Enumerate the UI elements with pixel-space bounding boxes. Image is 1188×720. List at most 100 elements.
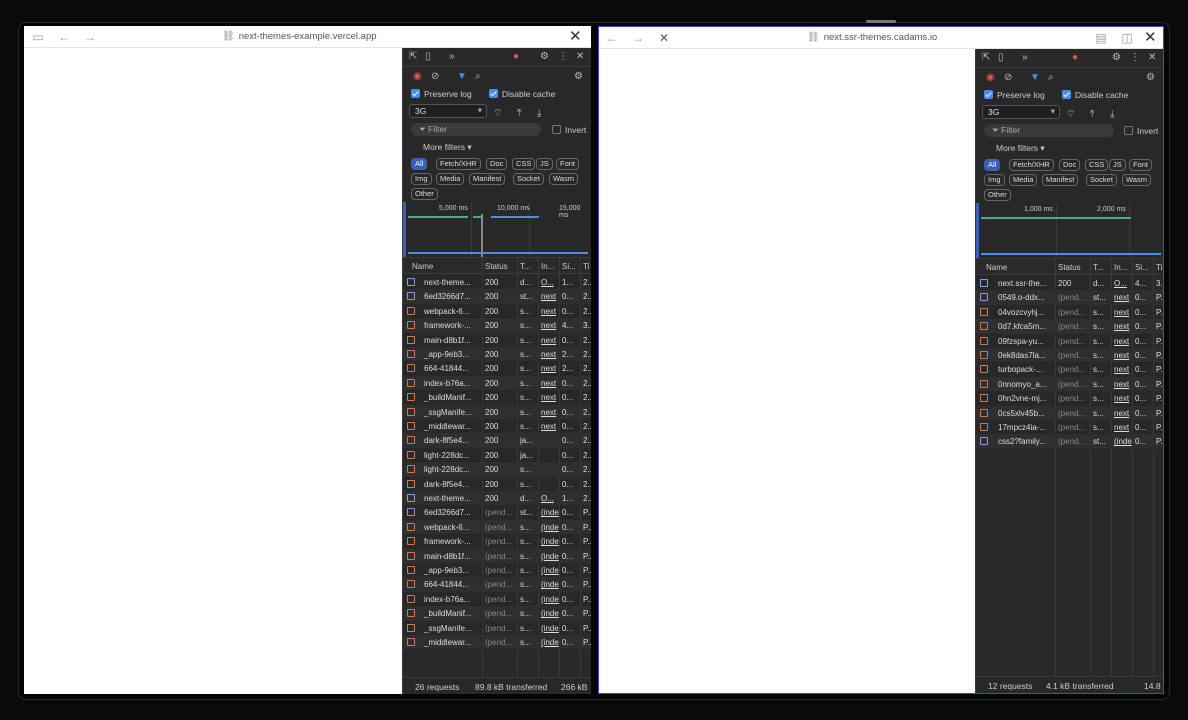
settings-gear-icon[interactable]: ⚙ (540, 51, 549, 63)
table-row[interactable]: webpack-6...(pend...s...(inde0...P... (403, 519, 591, 535)
forward-icon[interactable]: → (82, 29, 98, 45)
table-row[interactable]: light-228dc...200ja...0...2... (403, 448, 591, 462)
table-row[interactable]: index-b76a...200s...next0...2... (403, 375, 591, 391)
chip-socket[interactable]: Socket (513, 173, 544, 185)
more-panels-icon[interactable]: » (449, 51, 455, 63)
table-row[interactable]: next.ssr-the...200d...O...4...3... (976, 276, 1163, 290)
invert-checkbox[interactable]: Invert (552, 125, 586, 135)
more-panels-icon[interactable]: » (1022, 52, 1028, 64)
settings-gear-icon[interactable]: ⚙ (1112, 52, 1121, 64)
column-header[interactable]: Ti (1156, 263, 1162, 272)
disable-cache-checkbox[interactable]: Disable cache (489, 89, 555, 99)
table-row[interactable]: 0ek8das7la...(pend...s...next0...P... (976, 348, 1163, 363)
import-har-icon[interactable]: ⤒ (517, 108, 521, 120)
table-row[interactable]: framework-...(pend...s...(inde0...P... (403, 534, 591, 548)
clear-icon[interactable]: ⊘ (431, 71, 439, 83)
chip-font[interactable]: Font (556, 158, 580, 170)
chip-doc[interactable]: Doc (486, 158, 508, 170)
record-icon[interactable]: ◉ (413, 71, 422, 83)
back-icon[interactable]: ← (604, 30, 620, 46)
table-row[interactable]: main-d8b1f...200s...next0...2... (403, 333, 591, 347)
chip-manifest[interactable]: Manifest (469, 173, 506, 185)
table-row[interactable]: _ssgManife...(pend...s...(inde0...P... (403, 621, 591, 635)
kebab-menu-icon[interactable]: ⋮ (1130, 52, 1140, 64)
table-row[interactable]: _ssgManife...200s...next0...2... (403, 404, 591, 419)
table-row[interactable]: 0cs5xlv45b...(pend...s...next0...P... (976, 405, 1163, 420)
column-header[interactable]: Ti (583, 262, 589, 271)
network-conditions-icon[interactable]: ⌔ (493, 108, 502, 120)
table-row[interactable]: webpack-6...200s...next0...2... (403, 304, 591, 318)
inspect-icon[interactable]: ⇱ (409, 51, 417, 63)
table-row[interactable]: 664-41844...200s...next2...2... (403, 361, 591, 375)
chip-css[interactable]: CSS (512, 158, 536, 170)
close-devtools-icon[interactable]: ✕ (1148, 52, 1156, 64)
chip-doc[interactable]: Doc (1059, 159, 1081, 171)
search-icon[interactable]: ⌕ (1048, 72, 1054, 84)
error-count-icon[interactable]: ● (513, 51, 519, 63)
chip-media[interactable]: Media (436, 173, 465, 185)
back-icon[interactable]: ← (56, 29, 72, 45)
table-row[interactable]: 17mpcz4ia-...(pend...s...next0...P... (976, 420, 1163, 434)
table-row[interactable]: framework-...200s...next4...3... (403, 318, 591, 333)
column-header[interactable]: Si... (562, 262, 576, 271)
chip-wasm[interactable]: Wasm (1122, 174, 1151, 186)
more-filters-toggle[interactable]: More filters ▾ (996, 143, 1045, 154)
split-handle[interactable] (866, 20, 896, 23)
column-header[interactable]: Name (412, 262, 433, 271)
chip-all[interactable]: All (411, 158, 428, 170)
network-settings-icon[interactable]: ⚙ (574, 71, 583, 83)
chip-fetchxhr[interactable]: Fetch/XHR (1009, 159, 1054, 171)
chip-media[interactable]: Media (1009, 174, 1038, 186)
preserve-log-checkbox[interactable]: Preserve log (984, 90, 1045, 100)
chip-socket[interactable]: Socket (1086, 174, 1117, 186)
chip-other[interactable]: Other (411, 188, 438, 200)
stop-icon[interactable]: ✕ (656, 30, 672, 46)
table-row[interactable]: 6ed3266d7...(pend...st...(inde0...P... (403, 505, 591, 519)
preserve-log-checkbox[interactable]: Preserve log (411, 89, 472, 99)
kebab-menu-icon[interactable]: ⋮ (558, 51, 568, 63)
chip-js[interactable]: JS (536, 158, 553, 170)
forward-icon[interactable]: → (630, 30, 646, 46)
chip-font[interactable]: Font (1129, 159, 1153, 171)
device-toolbar-icon[interactable]: ▯ (998, 52, 1004, 64)
column-header[interactable]: In... (1114, 263, 1127, 272)
more-filters-toggle[interactable]: More filters ▾ (423, 142, 472, 153)
inspect-icon[interactable]: ⇱ (982, 52, 990, 64)
table-row[interactable]: _middlewar...200s...next0...2... (403, 419, 591, 433)
sidebar-toggle-icon[interactable]: ▭ (30, 29, 46, 45)
column-header[interactable]: T... (1093, 263, 1104, 272)
clear-icon[interactable]: ⊘ (1004, 72, 1012, 84)
table-row[interactable]: _buildManif...(pend...s...(inde0...P... (403, 606, 591, 621)
reader-icon[interactable]: ▤ (1093, 30, 1109, 46)
close-tab-icon[interactable]: ✕ (569, 28, 582, 45)
export-har-icon[interactable]: ⤓ (1110, 109, 1114, 121)
chip-wasm[interactable]: Wasm (549, 173, 578, 185)
table-row[interactable]: _app-9eb3...(pend...s...(inde0...P... (403, 563, 591, 577)
table-row[interactable]: main-d8b1f...(pend...s...(inde0...P... (403, 548, 591, 563)
table-row[interactable]: turbopack-...(pend...s...next0...P... (976, 362, 1163, 376)
network-settings-icon[interactable]: ⚙ (1146, 72, 1155, 84)
table-row[interactable]: css2?family...(pend...st...(inde0...P... (976, 434, 1163, 449)
close-tab-icon[interactable]: ✕ (1144, 29, 1157, 46)
close-devtools-icon[interactable]: ✕ (576, 51, 584, 63)
table-row[interactable]: _buildManif...200s...next0...2... (403, 390, 591, 404)
column-header[interactable]: Si... (1135, 263, 1149, 272)
table-row[interactable]: light-228dc...200s...0...2... (403, 462, 591, 477)
column-header[interactable]: Status (485, 262, 508, 271)
column-header[interactable]: In... (541, 262, 554, 271)
table-row[interactable]: _middlewar...(pend...s...(inde0...P... (403, 635, 591, 650)
export-har-icon[interactable]: ⤓ (537, 108, 541, 120)
filter-input[interactable]: ⏷ Filter (411, 123, 541, 136)
table-row[interactable]: next-theme...200d...O...1...2... (403, 275, 591, 289)
chip-all[interactable]: All (984, 159, 1001, 171)
table-row[interactable]: dark-8f5e4...200ja...0...2... (403, 433, 591, 448)
table-row[interactable]: dark-8f5e4...200s...0...2... (403, 477, 591, 491)
chip-img[interactable]: Img (411, 173, 432, 185)
column-header[interactable]: T... (520, 262, 531, 271)
table-row[interactable]: 0nnomyo_a...(pend...s...next0...P... (976, 376, 1163, 392)
chip-img[interactable]: Img (984, 174, 1005, 186)
address-bar[interactable]: ⛓ next.ssr-themes.cadams.io (807, 32, 937, 43)
filter-input[interactable]: ⏷ Filter (984, 124, 1114, 137)
filter-funnel-icon[interactable]: ▼ (1030, 72, 1040, 84)
overview-cursor[interactable] (481, 214, 483, 257)
